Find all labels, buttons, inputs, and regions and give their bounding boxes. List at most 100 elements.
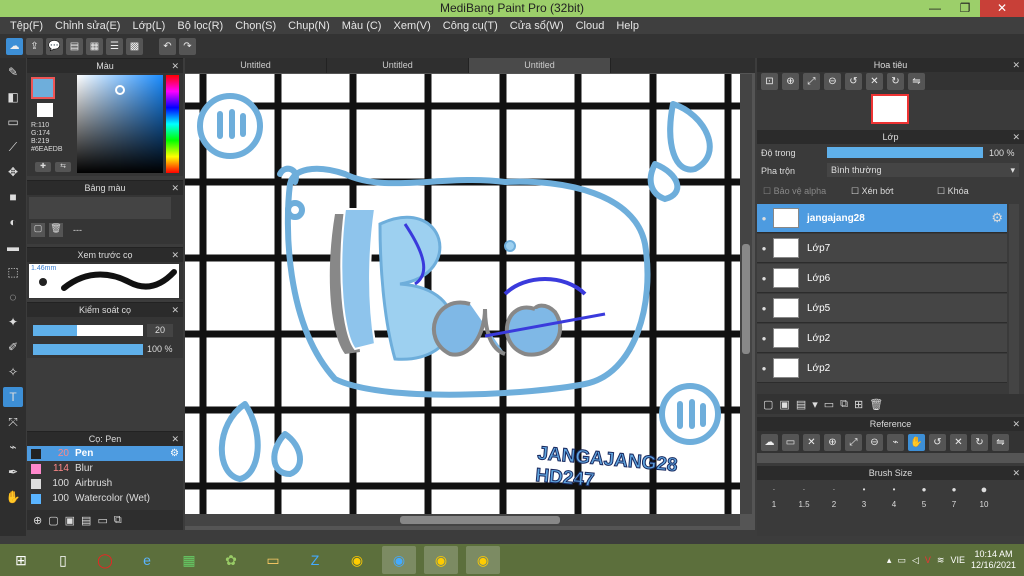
- size-slider[interactable]: [33, 325, 143, 336]
- brush-size-option[interactable]: ● 7: [939, 480, 969, 514]
- panel-close-icon[interactable]: ✕: [171, 181, 179, 195]
- vertical-scroll-thumb[interactable]: [742, 244, 750, 354]
- panel-close-icon[interactable]: ✕: [171, 432, 179, 446]
- palette-area[interactable]: [29, 197, 171, 219]
- foreground-swatch[interactable]: [31, 77, 55, 99]
- horizontal-scroll-thumb[interactable]: [400, 516, 560, 524]
- tab-untitled-1[interactable]: Untitled: [185, 58, 327, 73]
- app-icon[interactable]: ✿: [214, 546, 248, 574]
- menu-layer[interactable]: Lớp(L): [132, 20, 165, 32]
- checkbox-icon[interactable]: ☐: [937, 186, 945, 196]
- eye-icon[interactable]: ●: [757, 214, 771, 223]
- close-button[interactable]: ✕: [980, 0, 1024, 17]
- brush-item[interactable]: 20 Pen ⚙: [27, 446, 183, 461]
- tab-untitled-3[interactable]: Untitled: [469, 58, 611, 73]
- brush-size-option[interactable]: ● 10: [969, 480, 999, 514]
- tab-untitled-2[interactable]: Untitled: [327, 58, 469, 73]
- chevron-up-icon[interactable]: ▴: [887, 555, 892, 566]
- hue-slider[interactable]: [166, 75, 179, 173]
- new-layer-1bit-icon[interactable]: ▤: [796, 398, 806, 411]
- chrome-icon[interactable]: ◉: [340, 546, 374, 574]
- fill-rect-icon[interactable]: ■: [3, 187, 23, 207]
- folder-icon[interactable]: ▭: [97, 514, 107, 527]
- share-icon[interactable]: ⇪: [26, 37, 43, 55]
- brush-item[interactable]: 100 Watercolor (Wet): [27, 491, 183, 506]
- panel-close-icon[interactable]: ✕: [1012, 130, 1020, 144]
- brush-settings-icon[interactable]: ▤: [81, 514, 91, 527]
- rectangle-tool-icon[interactable]: ▭: [3, 112, 23, 132]
- color-swap-icon[interactable]: ⇆: [55, 162, 71, 172]
- speaker-icon[interactable]: ◁: [912, 555, 919, 566]
- checkbox-icon[interactable]: ☐: [851, 186, 859, 196]
- vertical-scrollbar[interactable]: [740, 74, 752, 514]
- wifi-icon[interactable]: ≋: [937, 555, 945, 566]
- select-eraser-icon[interactable]: ✧: [3, 362, 23, 382]
- layer-opacity-slider[interactable]: [827, 147, 983, 158]
- reference-area[interactable]: [757, 453, 1024, 463]
- lasso-tool-icon[interactable]: ◌: [3, 287, 23, 307]
- panel-close-icon[interactable]: ✕: [171, 59, 179, 73]
- menu-help[interactable]: Help: [616, 20, 639, 32]
- eyedropper-icon[interactable]: ⌁: [3, 437, 23, 457]
- artwork-canvas[interactable]: JANGAJANG28 HD247: [185, 74, 740, 514]
- move-tool-icon[interactable]: ✥: [3, 162, 23, 182]
- brush-size-option[interactable]: · 1: [759, 480, 789, 514]
- brush-item[interactable]: 100 Airbrush: [27, 476, 183, 491]
- layer-item[interactable]: ● Lớp7: [757, 234, 1007, 263]
- zoom-out-icon[interactable]: ⊖: [866, 433, 883, 451]
- store-icon[interactable]: ▦: [172, 546, 206, 574]
- hand-icon[interactable]: ✋: [908, 433, 925, 451]
- add-brush-icon[interactable]: ⊕: [33, 514, 42, 527]
- eraser-tool-icon[interactable]: ◧: [3, 87, 23, 107]
- app-tray-icon[interactable]: V: [925, 555, 931, 565]
- cloud-ref-icon[interactable]: ☁: [761, 433, 778, 451]
- new-layer-8bit-icon[interactable]: ▣: [779, 398, 789, 411]
- eye-icon[interactable]: ●: [757, 334, 771, 343]
- windows-start-icon[interactable]: ⊞: [4, 546, 38, 574]
- size-value[interactable]: 20: [147, 324, 173, 337]
- message-icon[interactable]: ▤: [66, 37, 83, 55]
- edge-icon[interactable]: e: [130, 546, 164, 574]
- eyedropper-icon[interactable]: ⌁: [887, 433, 904, 451]
- operation-tool-icon[interactable]: ⤧: [3, 412, 23, 432]
- minimize-button[interactable]: —: [920, 0, 950, 17]
- fit-icon[interactable]: ⤢: [845, 433, 862, 451]
- dot-tool-icon[interactable]: ⟋: [3, 137, 23, 157]
- cloud-icon[interactable]: ☁: [6, 37, 23, 55]
- import-brush-icon[interactable]: ▣: [65, 514, 75, 527]
- rotate-left-icon[interactable]: ↺: [845, 72, 862, 90]
- magic-wand-icon[interactable]: ✦: [3, 312, 23, 332]
- zoom-out-icon[interactable]: ⊖: [824, 72, 841, 90]
- menu-view[interactable]: Xem(V): [393, 20, 430, 32]
- grid-icon[interactable]: ▩: [126, 37, 143, 55]
- gradient-tool-icon[interactable]: ▬: [3, 237, 23, 257]
- color-add-icon[interactable]: ✚: [35, 162, 51, 172]
- document-icon[interactable]: ▦: [86, 37, 103, 55]
- horizontal-scrollbar[interactable]: [185, 514, 740, 526]
- brush-size-option[interactable]: • 3: [849, 480, 879, 514]
- clock[interactable]: 10:14 AM 12/16/2021: [971, 549, 1016, 571]
- battery-icon[interactable]: ▭: [897, 555, 906, 566]
- blend-select[interactable]: Bình thường ▾: [827, 163, 1019, 177]
- panel-close-icon[interactable]: ✕: [1012, 58, 1020, 72]
- layer-item[interactable]: ● Lớp2: [757, 354, 1007, 383]
- zalo-icon[interactable]: Z: [298, 546, 332, 574]
- reset-icon[interactable]: ✕: [866, 72, 883, 90]
- delete-layer-icon[interactable]: 🗑: [869, 398, 883, 411]
- eye-icon[interactable]: ●: [757, 304, 771, 313]
- layer-item[interactable]: ● Lớp2: [757, 324, 1007, 353]
- color-square[interactable]: [77, 75, 163, 173]
- rotate-right-icon[interactable]: ↻: [971, 433, 988, 451]
- chrome-profile2-icon[interactable]: ◉: [466, 546, 500, 574]
- menu-cloud[interactable]: Cloud: [576, 20, 605, 32]
- reset-icon[interactable]: ✕: [950, 433, 967, 451]
- navigator-preview[interactable]: [757, 90, 1024, 130]
- rotate-left-icon[interactable]: ↺: [929, 433, 946, 451]
- medibang-icon[interactable]: ◉: [382, 546, 416, 574]
- layer-item[interactable]: ● Lớp6: [757, 264, 1007, 293]
- brush-tool-icon[interactable]: ✎: [3, 62, 23, 82]
- brush-size-option[interactable]: ● 5: [909, 480, 939, 514]
- color-picker-cursor[interactable]: [115, 85, 125, 95]
- hand-tool-icon[interactable]: ✋: [3, 487, 23, 507]
- menu-file[interactable]: Tệp(F): [10, 20, 43, 32]
